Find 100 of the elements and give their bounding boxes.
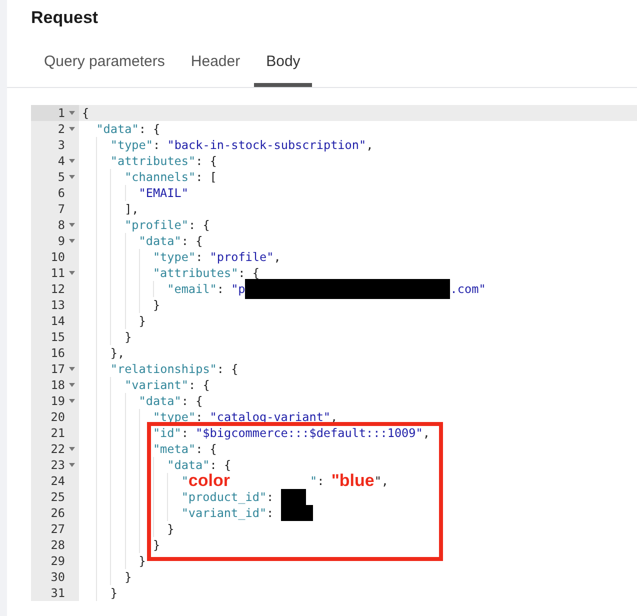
line-number: 8 — [58, 217, 65, 233]
line-number: 31 — [50, 585, 65, 601]
line-number: 25 — [50, 489, 65, 505]
fold-caret-icon[interactable] — [68, 111, 74, 115]
line-number: 30 — [50, 569, 65, 585]
code-token: "product_id" — [181, 489, 267, 505]
fold-caret-icon[interactable] — [68, 383, 74, 387]
code-token: : { — [196, 441, 217, 457]
code-token: : { — [196, 153, 217, 169]
code-token: "p — [231, 281, 246, 297]
line-number: 10 — [50, 249, 65, 265]
code-token: : { — [138, 121, 160, 137]
line-number: 28 — [50, 537, 65, 553]
code-token: , — [274, 249, 281, 265]
code-token: "email" — [167, 281, 217, 297]
fold-caret-icon[interactable] — [68, 463, 74, 467]
fold-caret-icon[interactable] — [68, 271, 74, 275]
fold-caret-icon[interactable] — [68, 239, 74, 243]
code-token: { — [82, 105, 90, 121]
code-token: "meta" — [152, 441, 196, 457]
panel-title: Request — [31, 8, 98, 27]
tab[interactable]: Query parameters — [32, 32, 177, 87]
code-token: : { — [216, 361, 238, 377]
code-token: "EMAIL" — [138, 185, 188, 201]
code-token: } — [124, 329, 132, 345]
line-number: 21 — [50, 425, 65, 441]
line-number: 2 — [58, 121, 65, 137]
code-token: : — [181, 425, 190, 441]
code-token: "type" — [110, 137, 153, 153]
line-number: 4 — [58, 153, 65, 169]
code-token: "variant_id" — [181, 505, 267, 521]
fold-caret-icon[interactable] — [68, 223, 74, 227]
tab[interactable]: Body — [254, 32, 312, 87]
code-token: "attributes" — [110, 153, 196, 169]
code-token: : — [196, 409, 204, 425]
line-number: 20 — [50, 409, 65, 425]
annotation-text: "blue — [331, 473, 374, 489]
redaction-bar — [280, 489, 306, 505]
line-number: 23 — [50, 457, 65, 473]
code-token: , — [422, 425, 430, 441]
code-token: "data" — [138, 393, 182, 409]
code-token: : { — [188, 217, 210, 233]
fold-caret-icon[interactable] — [68, 447, 74, 451]
code-token: } — [138, 313, 146, 329]
code-token: : — [216, 281, 225, 297]
code-token: "catalog-variant" — [210, 409, 331, 425]
code-token: " — [310, 473, 318, 489]
line-number: 7 — [58, 201, 65, 217]
fold-caret-icon[interactable] — [68, 367, 74, 371]
code-token: "relationships" — [110, 361, 217, 377]
fold-caret-icon[interactable] — [68, 399, 74, 403]
code-token: } — [110, 585, 118, 601]
line-number: 18 — [50, 377, 65, 393]
code-token: "data" — [96, 121, 139, 137]
line-number: 12 — [50, 281, 65, 297]
line-number: 26 — [50, 505, 65, 521]
line-number: 15 — [50, 329, 65, 345]
code-token: : — [317, 473, 326, 489]
code-token: : { — [181, 393, 203, 409]
tab[interactable]: Header — [178, 32, 252, 87]
line-number: 24 — [50, 473, 65, 489]
fold-caret-icon[interactable] — [68, 127, 74, 131]
fold-caret-icon[interactable] — [68, 175, 74, 179]
code-token: "data" — [167, 457, 210, 473]
code-token: "profile" — [124, 217, 188, 233]
code-token: "data" — [138, 233, 182, 249]
code-token: } — [124, 569, 132, 585]
code-token: "type" — [152, 249, 196, 265]
code-token: "variant" — [124, 377, 188, 393]
code-token: } — [138, 553, 146, 569]
code-token: .com" — [450, 281, 486, 297]
line-number: 22 — [50, 441, 65, 457]
code-token: "channels" — [124, 169, 196, 185]
line-number: 27 — [50, 521, 65, 537]
line-number: 5 — [58, 169, 65, 185]
line-number: 13 — [50, 297, 65, 313]
code-token: : [ — [196, 169, 217, 185]
code-token: } — [167, 521, 174, 537]
code-token: } — [152, 297, 160, 313]
code-token: "back-in-stock-subscription" — [167, 137, 366, 153]
line-number: 6 — [58, 185, 65, 201]
line-number: 3 — [58, 137, 65, 153]
code-token: ], — [124, 201, 139, 217]
code-token: : { — [210, 457, 232, 473]
line-number: 29 — [50, 553, 65, 569]
line-number: 17 — [50, 361, 65, 377]
code-token: : { — [181, 233, 203, 249]
code-token: }, — [110, 345, 125, 361]
redaction-bar — [280, 505, 313, 521]
code-token: : { — [238, 265, 260, 281]
code-token: "id" — [152, 425, 182, 441]
code-token: " — [181, 473, 188, 489]
code-token: , — [366, 137, 374, 153]
line-number: 1 — [58, 105, 65, 121]
code-token: "$bigcommerce:::$default:::1009" — [196, 425, 423, 441]
fold-caret-icon[interactable] — [68, 159, 74, 163]
code-token: "profile" — [210, 249, 274, 265]
code-token: : — [266, 505, 275, 521]
code-token: "attributes" — [152, 265, 238, 281]
line-number: 14 — [50, 313, 65, 329]
